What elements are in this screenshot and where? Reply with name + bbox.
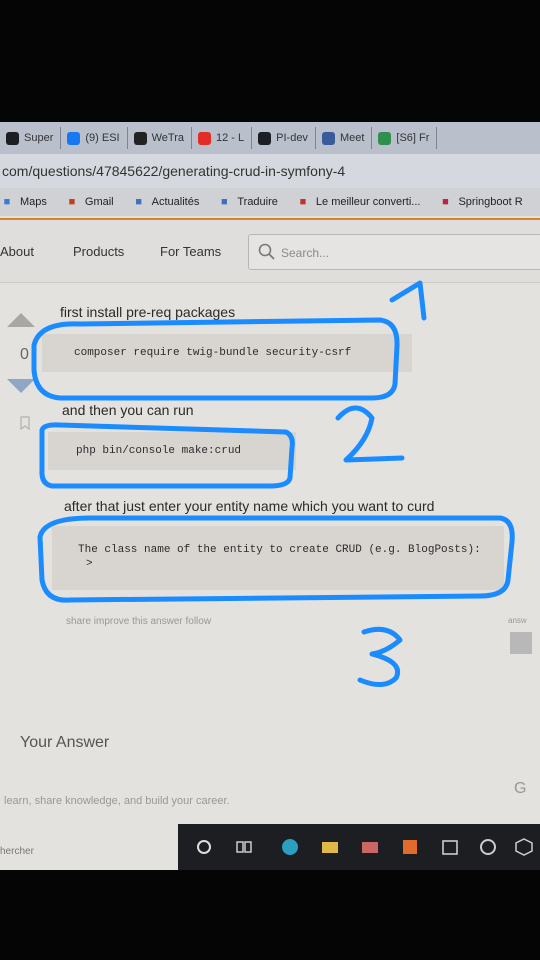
bookmarks-bar: ■ Maps ■ Gmail ■ Actualités ■ Traduire ■ Le meill… [0, 188, 540, 216]
wetransfer-icon [133, 131, 147, 145]
browser-tab-label: (9) ESI [85, 132, 120, 144]
vote-count: 0 [20, 346, 29, 363]
bookmark-item[interactable]: ■ Actualités [132, 195, 200, 209]
browser-tab-label: [S6] Fr [396, 132, 430, 144]
converter-icon: ■ [299, 195, 307, 208]
answer-text-1: first install pre-req packages [60, 304, 236, 320]
code-block-make-crud: php bin/console make:crud [48, 432, 296, 470]
bookmark-item[interactable]: ■ Le meilleur converti... [296, 196, 421, 209]
browser-tab-bar: Super (9) ESI WeTra 12 - L PI-dev Meet [S6] Fr [0, 122, 540, 154]
bookmark-item[interactable]: ■ Springboot R [438, 195, 523, 209]
meet-icon [321, 131, 335, 145]
answer-text-3: after that just enter your entity name w… [64, 498, 435, 514]
browser-tab[interactable]: (9) ESI [61, 127, 128, 149]
nav-products[interactable]: Products [73, 244, 124, 259]
answer-post: 0 first install pre-req packages compose… [0, 282, 540, 857]
file-explorer-icon[interactable] [320, 837, 340, 857]
translate-icon: ■ [221, 195, 228, 208]
edge-icon[interactable] [280, 837, 300, 857]
mail-icon[interactable] [360, 837, 380, 857]
browser-tab-label: 12 - L [216, 132, 245, 144]
spring-icon: ■ [442, 195, 449, 208]
code-block-install: composer require twig-bundle security-cs… [42, 334, 412, 372]
maps-icon: ■ [3, 195, 11, 208]
bookmark-label: Gmail [84, 196, 114, 208]
address-bar[interactable]: com/questions/47845622/generating-crud-i… [0, 154, 540, 188]
nav-about[interactable]: About [0, 244, 34, 259]
answered-label: answ [508, 616, 527, 625]
user-avatar[interactable] [510, 632, 532, 654]
footer-tagline: learn, share knowledge, and build your c… [4, 795, 230, 807]
url-text[interactable]: com/questions/47845622/generating-crud-i… [2, 163, 345, 179]
upvote-arrow-icon[interactable] [6, 312, 36, 328]
cube-icon[interactable] [514, 837, 534, 857]
facebook-icon [67, 131, 81, 145]
browser-tab[interactable]: Meet [316, 127, 373, 149]
windows-taskbar [178, 824, 540, 870]
task-view-icon[interactable] [234, 837, 254, 857]
search-placeholder: Search... [281, 246, 330, 260]
your-answer-heading: Your Answer [20, 734, 110, 751]
site-header: About Products For Teams Search... [0, 220, 540, 283]
news-icon: ■ [135, 195, 142, 208]
browser-tab-label: Meet [339, 132, 365, 144]
browser-tab[interactable]: PI-dev [252, 127, 316, 149]
cortana-icon[interactable] [194, 837, 214, 857]
bookmark-item[interactable]: ■ Traduire [217, 196, 278, 209]
browser-tab[interactable]: [S6] Fr [372, 127, 438, 149]
answer-text-2: and then you can run [62, 402, 194, 418]
side-letter: G [514, 780, 527, 797]
bookmark-label: Springboot R [458, 196, 523, 208]
code-prompt-line-2: > [86, 558, 93, 570]
browser-tab-label: Super [24, 132, 54, 144]
gmail-icon: ■ [68, 195, 76, 208]
browser-tab[interactable]: WeTra [128, 127, 192, 149]
code-block-prompt: The class name of the entity to create C… [52, 526, 504, 590]
photographed-screen: Super (9) ESI WeTra 12 - L PI-dev Meet [S6] Fr… [0, 122, 540, 870]
browser-tab[interactable]: Super [0, 127, 62, 149]
office-icon[interactable] [400, 837, 420, 857]
search-icon [258, 243, 275, 260]
github-icon [6, 131, 19, 145]
code-prompt-line-1: The class name of the entity to create C… [78, 544, 481, 556]
github-icon [258, 131, 272, 145]
bookmark-item[interactable]: ■ Gmail [65, 196, 114, 209]
bookmark-label: Le meilleur converti... [315, 196, 421, 208]
settings-icon[interactable] [478, 837, 498, 857]
search-box[interactable]: Search... [248, 234, 540, 270]
bookmark-item[interactable]: ■ Maps [0, 196, 47, 209]
downvote-arrow-icon[interactable] [6, 378, 36, 394]
drive-icon [378, 131, 392, 145]
bookmark-icon[interactable] [18, 416, 32, 430]
bookmark-label: Actualités [151, 196, 200, 208]
store-icon[interactable] [440, 837, 460, 857]
post-actions[interactable]: share improve this answer follow [66, 616, 211, 627]
browser-tab-label: WeTra [151, 132, 184, 144]
youtube-icon [198, 131, 211, 145]
nav-for-teams[interactable]: For Teams [160, 244, 221, 259]
bookmark-label: Maps [20, 196, 47, 208]
taskbar-search-text[interactable]: hercher [0, 846, 34, 857]
bookmark-label: Traduire [237, 196, 278, 208]
browser-tab-label: PI-dev [276, 132, 308, 144]
browser-tab[interactable]: 12 - L [192, 127, 253, 149]
